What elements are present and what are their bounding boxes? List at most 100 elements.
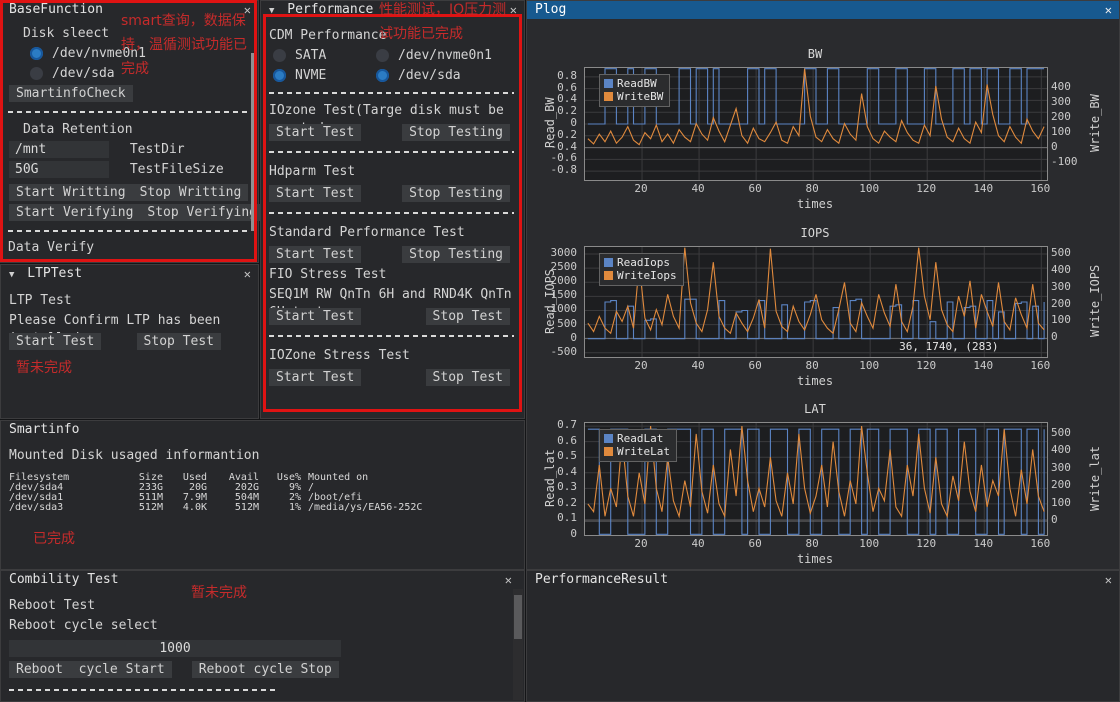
lat-chart: LAT Read_lat Write_lat ReadLat WriteLat 0.7 0.… bbox=[527, 399, 1120, 584]
x-tick: 40 bbox=[691, 182, 705, 195]
close-icon[interactable]: ✕ bbox=[505, 571, 512, 589]
ltp-test-label: LTP Test bbox=[9, 293, 72, 308]
close-icon[interactable]: ✕ bbox=[244, 265, 251, 283]
y-tick-left: 0.5 bbox=[557, 449, 577, 463]
y-tick-left: -0.2 bbox=[550, 127, 578, 141]
ltp-annotation: 暂未完成 bbox=[16, 360, 72, 376]
y-tick-left: -0.8 bbox=[550, 163, 578, 177]
hdparm-test-label: Hdparm Test bbox=[269, 164, 356, 179]
bw-plot[interactable]: ReadBW WriteBW bbox=[584, 67, 1048, 181]
separator bbox=[269, 335, 514, 337]
legend-swatch bbox=[604, 258, 613, 267]
fio-sub-label: SEQ1M RW QnTn 6H and RND4K QnTn 6H test bbox=[269, 287, 512, 320]
data-retention-label: Data Retention bbox=[23, 122, 133, 137]
x-tick: 20 bbox=[634, 537, 648, 550]
iozone-stop-button[interactable]: Stop Testing bbox=[402, 124, 510, 141]
performance-title: Performance bbox=[287, 2, 374, 17]
x-tick: 120 bbox=[916, 182, 937, 195]
scrollbar-thumb[interactable] bbox=[514, 595, 522, 639]
standard-start-button[interactable]: Start Test bbox=[269, 246, 362, 263]
ltp-start-button[interactable]: Start Test bbox=[9, 333, 102, 350]
collapse-icon[interactable]: ▼ bbox=[269, 6, 274, 16]
iozone-stress-start-button[interactable]: Start Test bbox=[269, 369, 362, 386]
x-tick: 80 bbox=[805, 537, 819, 550]
performance-result-panel: PerformanceResult ✕ bbox=[526, 570, 1120, 702]
legend-label: WriteLat bbox=[617, 445, 670, 458]
x-tick: 60 bbox=[748, 537, 762, 550]
y-tick-right: 300 bbox=[1051, 460, 1071, 474]
y-tick-left: 2500 bbox=[550, 260, 578, 274]
collapse-icon[interactable]: ▼ bbox=[9, 270, 14, 280]
radio-nvme[interactable] bbox=[273, 68, 286, 82]
separator bbox=[8, 230, 251, 232]
test-dir-input[interactable]: /mnt bbox=[9, 141, 109, 158]
separator bbox=[269, 92, 514, 94]
separator bbox=[9, 689, 275, 691]
x-tick: 140 bbox=[973, 182, 994, 195]
x-tick: 80 bbox=[805, 182, 819, 195]
y-tick-right: -100 bbox=[1051, 154, 1078, 168]
smartinfo-check-button[interactable]: SmartinfoCheck bbox=[9, 85, 133, 102]
combility-header: Combility Test ✕ bbox=[1, 571, 524, 589]
table-cell: 512M bbox=[234, 502, 259, 513]
ltp-stop-button[interactable]: Stop Test bbox=[136, 333, 221, 350]
radio-sda[interactable] bbox=[30, 66, 43, 80]
start-verifying-button[interactable]: Start Verifying bbox=[9, 204, 141, 221]
bw-chart: BW Read_BW Write_BW ReadBW WriteBW 0.8 0.6 0.4 0… bbox=[527, 37, 1120, 219]
y-tick-left: 0 bbox=[570, 330, 577, 344]
x-tick: 40 bbox=[691, 359, 705, 372]
radio-sata-label: SATA bbox=[295, 47, 327, 63]
close-icon[interactable]: ✕ bbox=[1105, 1, 1112, 19]
x-tick: 60 bbox=[748, 182, 762, 195]
radio-nvme0n1[interactable] bbox=[30, 46, 43, 60]
table-header-cell: Mounted on bbox=[308, 472, 369, 483]
performance-result-header: PerformanceResult ✕ bbox=[527, 571, 1119, 589]
iozone-start-button[interactable]: Start Test bbox=[269, 124, 362, 141]
y-tick-left: 1000 bbox=[550, 302, 578, 316]
fio-start-button[interactable]: Start Test bbox=[269, 308, 362, 325]
reboot-test-label: Reboot Test bbox=[9, 598, 96, 613]
standard-stop-button[interactable]: Stop Testing bbox=[402, 246, 510, 263]
iozone-stress-stop-button[interactable]: Stop Test bbox=[425, 369, 510, 386]
y-tick-right: 300 bbox=[1051, 94, 1071, 108]
iops-chart: IOPS Read_IOPS Write_IOPS ReadIops WriteIops… bbox=[527, 219, 1120, 399]
y-tick-left: 2000 bbox=[550, 274, 578, 288]
close-icon[interactable]: ✕ bbox=[1105, 571, 1112, 589]
lat-plot[interactable]: ReadLat WriteLat bbox=[584, 422, 1048, 536]
test-file-size-label: TestFileSize bbox=[129, 162, 224, 177]
stop-writting-button[interactable]: Stop Writting bbox=[132, 184, 249, 201]
y-tick-left: 0.4 bbox=[557, 464, 577, 478]
reboot-cycle-stop-button[interactable]: Reboot cycle Stop bbox=[191, 661, 339, 678]
cycle-count-input[interactable]: 1000 bbox=[9, 640, 341, 657]
radio-perf-nvme0n1[interactable] bbox=[376, 48, 389, 62]
radio-perf-sda[interactable] bbox=[376, 68, 389, 82]
y-tick-right: 100 bbox=[1051, 313, 1071, 327]
iops-plot[interactable]: ReadIops WriteIops 36, 1740, (283) bbox=[584, 246, 1048, 358]
hdparm-stop-button[interactable]: Stop Testing bbox=[402, 185, 510, 202]
cursor-readout: 36, 1740, (283) bbox=[899, 339, 999, 353]
reboot-cycle-start-button[interactable]: Reboot cycle Start bbox=[9, 661, 172, 678]
radio-sata[interactable] bbox=[273, 48, 286, 62]
legend-swatch bbox=[604, 434, 613, 443]
x-tick: 160 bbox=[1030, 359, 1051, 372]
y-tick-left: 0.2 bbox=[557, 495, 577, 509]
table-cell: 512M bbox=[138, 502, 163, 513]
hdparm-start-button[interactable]: Start Test bbox=[269, 185, 362, 202]
start-writting-button[interactable]: Start Writting bbox=[9, 184, 133, 201]
test-file-size-input[interactable]: 50G bbox=[9, 161, 109, 178]
y-tick-left: -500 bbox=[550, 344, 578, 358]
y-tick-right: 100 bbox=[1051, 495, 1071, 509]
radio-perf-nvme0n1-label: /dev/nvme0n1 bbox=[398, 47, 492, 63]
y-tick-left: 3000 bbox=[550, 246, 578, 260]
combility-panel: Combility Test ✕ Reboot Test Reboot cycl… bbox=[0, 570, 525, 702]
legend-swatch bbox=[604, 271, 613, 280]
x-tick: 120 bbox=[916, 359, 937, 372]
table-cell: 4.0K bbox=[182, 502, 207, 513]
fio-stop-button[interactable]: Stop Test bbox=[425, 308, 510, 325]
iozone-stress-label: IOZone Stress Test bbox=[269, 348, 410, 363]
stop-verifying-button[interactable]: Stop Verifying bbox=[140, 204, 264, 221]
y-tick-left: 500 bbox=[557, 316, 577, 330]
y-tick-right: 200 bbox=[1051, 109, 1071, 123]
performance-panel: ▼ Performance ✕ CDM Performance SATA /de… bbox=[260, 0, 525, 419]
performance-annotation: 性能测试，IO压力测 试功能已完成 bbox=[379, 2, 507, 42]
